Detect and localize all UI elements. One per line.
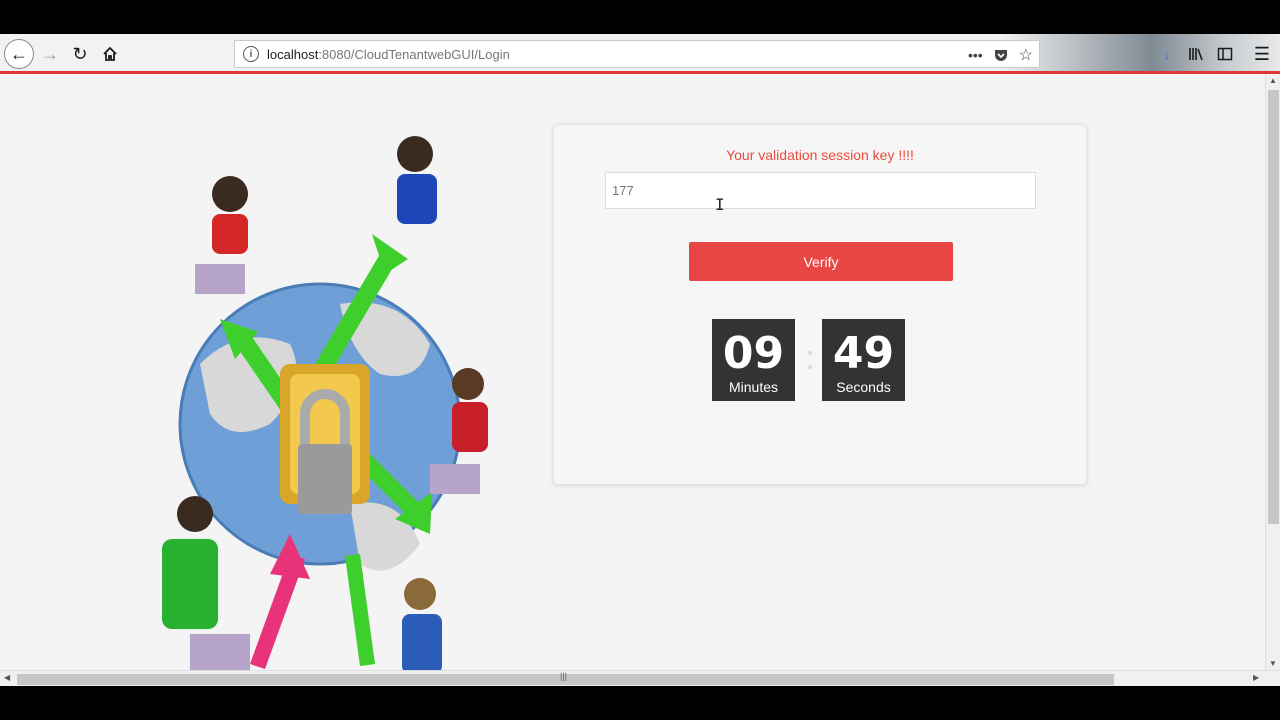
timer-separator: [808, 351, 812, 379]
minutes-box: 09 Minutes: [712, 319, 795, 401]
cloud-security-illustration: [162, 136, 488, 670]
minutes-value: 09: [722, 328, 785, 379]
reload-button[interactable]: ↻: [66, 40, 94, 68]
scroll-down-icon[interactable]: ▼: [1269, 659, 1277, 668]
menu-icon[interactable]: ☰: [1250, 42, 1274, 66]
seconds-value: 49: [832, 328, 895, 379]
session-key-input[interactable]: [605, 172, 1036, 209]
vertical-scrollbar[interactable]: ▲ ▼: [1265, 74, 1280, 670]
back-arrow-icon: ←: [10, 43, 28, 64]
forward-button[interactable]: →: [36, 40, 64, 68]
scroll-grip-icon: |||: [560, 671, 568, 681]
address-bar[interactable]: i localhost:8080/CloudTenantwebGUI/Login…: [234, 40, 1040, 68]
url-host: localhost: [267, 46, 319, 62]
url-text[interactable]: localhost:8080/CloudTenantwebGUI/Login: [267, 47, 510, 62]
window-top-bar: [0, 0, 1280, 34]
star-icon[interactable]: ☆: [1019, 45, 1033, 65]
validation-title: Your validation session key !!!!: [726, 147, 914, 163]
library-icon[interactable]: [1184, 42, 1208, 66]
scroll-left-icon[interactable]: ◀: [4, 673, 10, 682]
validation-card: Your validation session key !!!! I Verif…: [553, 124, 1087, 485]
text-cursor-icon: I: [715, 195, 725, 214]
browser-toolbar: ← → ↻ i localhost:8080/CloudTenantwebGUI…: [0, 34, 1280, 74]
seconds-label: Seconds: [836, 379, 891, 395]
seconds-box: 49 Seconds: [822, 319, 905, 401]
verify-button[interactable]: Verify: [689, 242, 953, 281]
sidebar-icon[interactable]: [1213, 42, 1237, 66]
home-icon: [103, 46, 117, 61]
info-icon[interactable]: i: [243, 46, 259, 62]
vertical-scroll-thumb[interactable]: [1268, 90, 1279, 524]
scroll-right-icon[interactable]: ▶: [1253, 673, 1259, 682]
horizontal-scrollbar[interactable]: ◀ ||| ▶: [0, 670, 1280, 686]
back-button[interactable]: ←: [4, 39, 34, 69]
pocket-icon[interactable]: [993, 47, 1009, 63]
more-icon[interactable]: •••: [968, 47, 983, 63]
page-content: Your validation session key !!!! I Verif…: [0, 74, 1265, 670]
window-bottom-bar: [0, 686, 1280, 720]
forward-arrow-icon: →: [41, 43, 59, 64]
home-button[interactable]: [96, 40, 124, 68]
scroll-up-icon[interactable]: ▲: [1269, 76, 1277, 85]
url-path: :8080/CloudTenantwebGUI/Login: [318, 46, 510, 62]
minutes-label: Minutes: [728, 379, 779, 395]
download-icon[interactable]: ↓: [1155, 42, 1179, 66]
reload-icon: ↻: [72, 43, 88, 64]
